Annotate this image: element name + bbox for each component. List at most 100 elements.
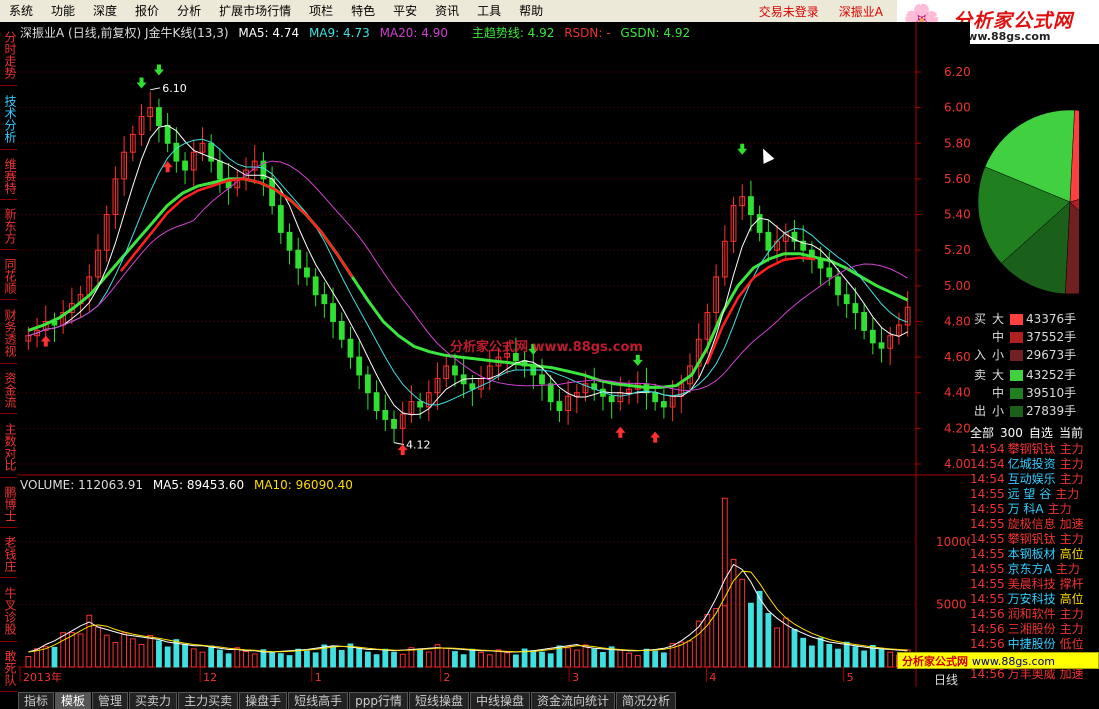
ob-side: 入 bbox=[974, 348, 987, 362]
candle-body bbox=[364, 374, 371, 394]
left-tab-9[interactable]: 老钱庄 bbox=[0, 528, 17, 578]
price-tick-label: 4.60 bbox=[944, 350, 970, 364]
menu-item-6[interactable]: 项栏 bbox=[300, 0, 342, 22]
candle-body bbox=[164, 124, 171, 144]
candle-body bbox=[277, 205, 284, 233]
item-event: 主力 bbox=[1055, 562, 1080, 576]
bottom-tab-1[interactable]: 模板 bbox=[55, 692, 92, 709]
market-tabs: 全部 300 自选 当前 bbox=[970, 424, 1099, 442]
bottom-tab-2[interactable]: 管理 bbox=[92, 692, 129, 709]
list-item[interactable]: 14:55 攀钢钒钛 主力 bbox=[970, 532, 1099, 547]
time-tick-label: 3 bbox=[572, 671, 579, 684]
volume-bar bbox=[547, 653, 554, 668]
time-tick-label: 2 bbox=[443, 671, 450, 684]
item-event: 高位 bbox=[1059, 547, 1084, 561]
menu-item-4[interactable]: 分析 bbox=[168, 0, 210, 22]
list-item[interactable]: 14:56 中捷股份 低位 bbox=[970, 637, 1099, 652]
item-name: 万安科技 bbox=[1007, 592, 1056, 606]
candle-body bbox=[835, 276, 841, 296]
candle-body bbox=[286, 231, 293, 251]
price-tick-label: 5.80 bbox=[944, 136, 970, 150]
left-tab-2[interactable]: 维赛特 bbox=[0, 150, 17, 200]
volume-bar bbox=[826, 644, 833, 668]
bottom-tab-3[interactable]: 买卖力 bbox=[129, 692, 178, 709]
market-tab-1[interactable]: 300 bbox=[1000, 426, 1023, 440]
trade-status[interactable]: 交易未登录 bbox=[749, 3, 829, 20]
candle-body bbox=[660, 401, 667, 408]
menu-item-8[interactable]: 平安 bbox=[384, 0, 426, 22]
market-tab-0[interactable]: 全部 bbox=[970, 426, 994, 440]
bottom-tab-11[interactable]: 简况分析 bbox=[616, 692, 677, 709]
menu-item-9[interactable]: 资讯 bbox=[426, 0, 468, 22]
extreme-label: 6.10 bbox=[162, 82, 187, 95]
candle-body bbox=[269, 178, 276, 207]
menu-item-10[interactable]: 工具 bbox=[468, 0, 510, 22]
left-tab-7[interactable]: 主数对比 bbox=[0, 414, 17, 478]
menu-item-2[interactable]: 深度 bbox=[84, 0, 126, 22]
menu-item-5[interactable]: 扩展市场行情 bbox=[210, 0, 300, 22]
left-tab-10[interactable]: 牛叉诊股 bbox=[0, 578, 17, 642]
bottom-tab-6[interactable]: 短线高手 bbox=[288, 692, 349, 709]
stock-name[interactable]: 深振业A bbox=[829, 3, 893, 20]
list-item[interactable]: 14:55 万 科A 主力 bbox=[970, 502, 1099, 517]
bottom-tab-7[interactable]: ppp行情 bbox=[349, 692, 408, 709]
menu-item-7[interactable]: 特色 bbox=[342, 0, 384, 22]
list-item[interactable]: 14:55 万安科技 高位 bbox=[970, 592, 1099, 607]
candle-body bbox=[156, 107, 162, 126]
list-item[interactable]: 14:54 亿城投资 主力 bbox=[970, 457, 1099, 472]
left-tab-1[interactable]: 技术分析 bbox=[0, 86, 17, 150]
menu-item-1[interactable]: 功能 bbox=[42, 0, 84, 22]
left-tab-strip: 分时走势 技术分析 维赛特 新东方 同花顺 财务透视 资金流 主数对比 鹏博士 老钱庄 牛叉诊股 敢死… bbox=[0, 22, 18, 692]
vol-ma5-readout: MA5: 89453.60 bbox=[152, 478, 245, 492]
item-name: 美晨科技 bbox=[1007, 577, 1056, 591]
ob-swatch bbox=[1010, 406, 1023, 417]
market-tab-2[interactable]: 自选 bbox=[1029, 426, 1053, 440]
volume-bar bbox=[208, 645, 215, 668]
item-event: 高位 bbox=[1059, 592, 1084, 606]
left-tab-8[interactable]: 鹏博士 bbox=[0, 478, 17, 528]
bottom-tab-4[interactable]: 主力买卖 bbox=[178, 692, 239, 709]
price-tick-label: 6.00 bbox=[944, 101, 970, 115]
ob-value: 29673手 bbox=[1026, 348, 1077, 362]
volume-bar bbox=[817, 637, 824, 668]
item-time: 14:55 bbox=[970, 487, 1005, 501]
bottom-tabs: 指标 模板 管理 买卖力 主力买卖 操盘手 短线高手 ppp行情 短线操盘 中线操盘 资金流向统计简… bbox=[18, 687, 898, 709]
bottom-tab-9[interactable]: 中线操盘 bbox=[469, 692, 530, 709]
menu-item-0[interactable]: 系统 bbox=[0, 0, 42, 22]
menu-item-11[interactable]: 帮助 bbox=[510, 0, 552, 22]
watermark-banner: 分析家公式网 www.88gs.com bbox=[897, 652, 1099, 669]
left-tab-11[interactable]: 敢死队 bbox=[0, 642, 17, 692]
list-item[interactable]: 14:55 京东方A 主力 bbox=[970, 562, 1099, 577]
volume-bar bbox=[808, 645, 815, 668]
volume-bar bbox=[469, 648, 476, 668]
logo-url: www.88gs.com bbox=[957, 30, 1051, 43]
list-item[interactable]: 14:56 三湘股份 主力 bbox=[970, 622, 1099, 637]
right-panel: 买大 43376手中 37552手入小 29673手卖大 43252手中 39510手出小… bbox=[970, 44, 1099, 687]
market-tab-3[interactable]: 当前 bbox=[1059, 426, 1083, 440]
volume-bar bbox=[460, 654, 467, 668]
period-label[interactable]: 日线 bbox=[934, 671, 958, 688]
left-tab-3[interactable]: 新东方 bbox=[0, 200, 17, 250]
list-item[interactable]: 14:56 润和软件 主力 bbox=[970, 607, 1099, 622]
list-item[interactable]: 14:55 本钢板材 高位 bbox=[970, 547, 1099, 562]
ob-swatch bbox=[1010, 332, 1023, 343]
order-book-row: 卖大 43252手 bbox=[970, 366, 1080, 384]
item-event: 加速 bbox=[1059, 517, 1084, 531]
left-tab-4[interactable]: 同花顺 bbox=[0, 250, 17, 300]
list-item[interactable]: 14:55 旋极信息 加速 bbox=[970, 517, 1099, 532]
bottom-tab-5[interactable]: 操盘手 bbox=[239, 692, 288, 709]
left-tab-5[interactable]: 财务透视 bbox=[0, 300, 17, 364]
ob-level: 小 bbox=[992, 348, 1005, 362]
bottom-tab-0[interactable]: 指标 bbox=[18, 692, 55, 709]
left-tab-0[interactable]: 分时走势 bbox=[0, 22, 17, 86]
bottom-tab-8[interactable]: 短线操盘 bbox=[408, 692, 469, 709]
bottom-tab-10[interactable]: 资金流向统计 bbox=[531, 692, 616, 709]
list-item[interactable]: 14:55 远 望 谷主力 bbox=[970, 487, 1099, 502]
menu-item-3[interactable]: 报价 bbox=[126, 0, 168, 22]
list-item[interactable]: 14:54 攀钢钒钛 主力 bbox=[970, 442, 1099, 457]
list-item[interactable]: 14:55 美晨科技 撑杆 bbox=[970, 577, 1099, 592]
list-item[interactable]: 14:54 互动娱乐 主力 bbox=[970, 472, 1099, 487]
candle-body bbox=[373, 392, 380, 412]
volume-bar bbox=[861, 650, 868, 668]
left-tab-6[interactable]: 资金流 bbox=[0, 364, 17, 414]
